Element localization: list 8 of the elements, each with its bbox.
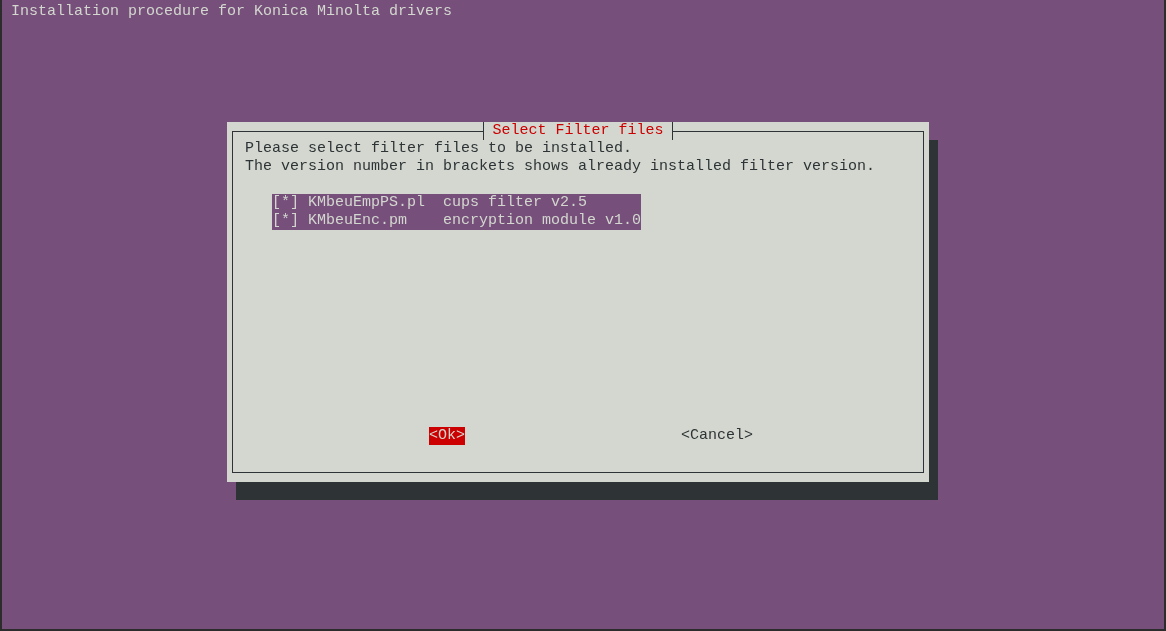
dialog-button[interactable]: <Ok>	[429, 427, 465, 445]
checklist-item[interactable]: [*] KMbeuEnc.pm encryption module v1.0	[272, 212, 642, 230]
message-text: Please select filter files to be installed.	[245, 140, 634, 158]
dialog-button[interactable]: <Cancel>	[681, 427, 754, 445]
message-text: The version number in brackets shows already installed filter version.	[245, 158, 877, 176]
terminal-title: Installation procedure for Konica Minolta drivers	[11, 3, 454, 21]
dialog-title: Select Filter files	[483, 122, 673, 140]
checklist-item[interactable]: [*] KMbeuEmpPS.pl cups filter v2.5	[272, 194, 642, 212]
